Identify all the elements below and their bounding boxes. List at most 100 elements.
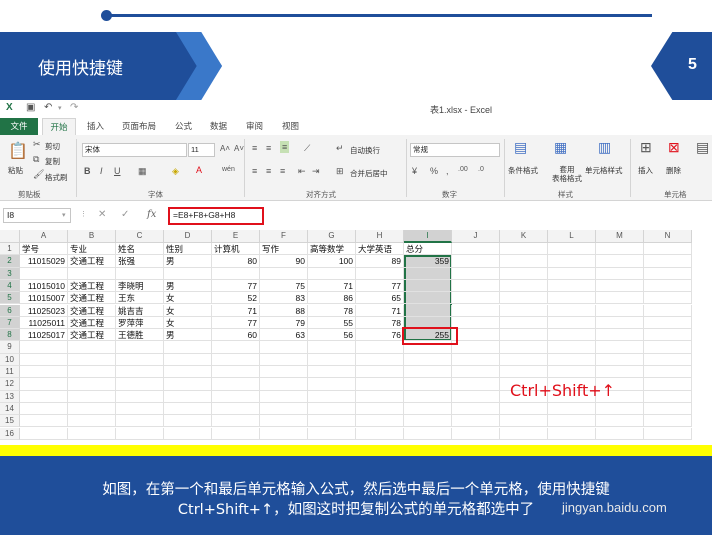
format-painter-icon[interactable]: 🖌 bbox=[33, 169, 44, 180]
table-cell[interactable] bbox=[356, 267, 404, 280]
table-cell[interactable] bbox=[500, 427, 548, 440]
column-header[interactable]: E bbox=[212, 230, 260, 243]
table-cell[interactable]: 专业 bbox=[68, 243, 116, 256]
table-cell[interactable] bbox=[356, 341, 404, 354]
table-cell[interactable] bbox=[68, 415, 116, 428]
table-cell[interactable] bbox=[68, 341, 116, 354]
table-cell[interactable] bbox=[260, 427, 308, 440]
table-cell[interactable] bbox=[644, 378, 692, 391]
column-header[interactable]: J bbox=[452, 230, 500, 243]
table-cell[interactable]: 男 bbox=[164, 279, 212, 293]
table-cell[interactable]: 交通工程 bbox=[68, 316, 116, 330]
table-cell[interactable] bbox=[308, 366, 356, 379]
merge-center-icon[interactable]: ⊞ bbox=[336, 166, 344, 177]
undo-dropdown-icon[interactable]: ▾ bbox=[58, 104, 62, 112]
table-cell[interactable] bbox=[116, 378, 164, 391]
table-cell[interactable]: 11025017 bbox=[20, 329, 68, 342]
table-cell[interactable] bbox=[116, 390, 164, 403]
table-cell[interactable] bbox=[644, 366, 692, 379]
enter-icon[interactable]: ✓ bbox=[121, 209, 129, 220]
row-header[interactable]: 13 bbox=[0, 390, 20, 403]
table-cell[interactable] bbox=[500, 402, 548, 416]
table-cell[interactable] bbox=[644, 316, 692, 330]
delete-cells-button[interactable]: 删除 bbox=[666, 165, 681, 176]
table-cell[interactable] bbox=[356, 366, 404, 379]
table-cell[interactable]: 总分 bbox=[404, 243, 452, 256]
align-bottom-icon[interactable]: ≡ bbox=[280, 141, 290, 153]
undo-icon[interactable]: ↶ bbox=[44, 102, 52, 113]
table-cell[interactable] bbox=[308, 378, 356, 391]
table-cell[interactable] bbox=[116, 353, 164, 366]
table-cell[interactable] bbox=[644, 353, 692, 366]
comma-style-icon[interactable]: , bbox=[446, 166, 449, 176]
font-name-select[interactable]: 宋体 bbox=[82, 143, 187, 157]
table-cell[interactable] bbox=[20, 390, 68, 403]
table-cell[interactable] bbox=[500, 304, 548, 317]
table-cell[interactable] bbox=[548, 292, 596, 305]
table-cell[interactable] bbox=[644, 390, 692, 403]
wrap-text-button[interactable]: 自动换行 bbox=[350, 145, 380, 156]
cancel-icon[interactable]: ✕ bbox=[98, 209, 106, 220]
table-cell[interactable] bbox=[404, 353, 452, 366]
table-cell[interactable]: 李晓明 bbox=[116, 279, 164, 293]
column-header[interactable]: I bbox=[404, 230, 452, 243]
format-as-table-icon[interactable]: ▦ bbox=[554, 139, 567, 156]
table-cell[interactable] bbox=[548, 329, 596, 342]
row-header[interactable]: 10 bbox=[0, 353, 20, 366]
tab-data[interactable]: 数据 bbox=[210, 120, 227, 132]
table-cell[interactable] bbox=[596, 329, 644, 342]
table-cell[interactable]: 交通工程 bbox=[68, 304, 116, 317]
table-cell[interactable]: 86 bbox=[308, 292, 356, 305]
format-as-table-button[interactable]: 套用 表格格式 bbox=[552, 165, 582, 183]
table-cell[interactable]: 王德胜 bbox=[116, 329, 164, 342]
table-cell[interactable] bbox=[20, 378, 68, 391]
table-cell[interactable] bbox=[164, 353, 212, 366]
table-cell[interactable] bbox=[212, 353, 260, 366]
table-cell[interactable]: 高等数学 bbox=[308, 243, 356, 256]
table-cell[interactable]: 89 bbox=[356, 255, 404, 268]
align-left-icon[interactable]: ≡ bbox=[252, 166, 257, 176]
table-cell[interactable] bbox=[164, 341, 212, 354]
table-cell[interactable] bbox=[596, 415, 644, 428]
table-cell[interactable] bbox=[260, 353, 308, 366]
table-cell[interactable] bbox=[308, 415, 356, 428]
table-cell[interactable]: 女 bbox=[164, 292, 212, 305]
increase-indent-icon[interactable]: ⇥ bbox=[312, 166, 320, 177]
table-cell[interactable]: 张强 bbox=[116, 255, 164, 268]
save-icon[interactable]: ▣ bbox=[26, 102, 35, 113]
table-cell[interactable] bbox=[644, 255, 692, 268]
table-cell[interactable] bbox=[500, 329, 548, 342]
table-cell[interactable]: 王东 bbox=[116, 292, 164, 305]
name-box[interactable]: I8 bbox=[3, 208, 71, 223]
table-cell[interactable]: 76 bbox=[356, 329, 404, 342]
table-cell[interactable] bbox=[452, 353, 500, 366]
wrap-text-icon[interactable]: ↵ bbox=[336, 143, 344, 154]
table-cell[interactable] bbox=[644, 279, 692, 293]
align-center-icon[interactable]: ≡ bbox=[266, 166, 271, 176]
grow-font-icon[interactable]: A˄ bbox=[220, 144, 230, 153]
table-cell[interactable]: 交通工程 bbox=[68, 279, 116, 293]
merge-center-button[interactable]: 合并后居中 bbox=[350, 168, 388, 179]
border-icon[interactable]: ▦ bbox=[138, 166, 147, 177]
row-header[interactable]: 16 bbox=[0, 427, 20, 440]
row-header[interactable]: 3 bbox=[0, 267, 20, 280]
table-cell[interactable] bbox=[212, 267, 260, 280]
table-cell[interactable]: 姚吉吉 bbox=[116, 304, 164, 317]
name-box-dropdown-icon[interactable]: ▾ bbox=[62, 211, 66, 219]
font-size-select[interactable]: 11 bbox=[188, 143, 215, 157]
table-cell[interactable] bbox=[164, 427, 212, 440]
column-header[interactable]: M bbox=[596, 230, 644, 243]
table-cell[interactable] bbox=[452, 415, 500, 428]
phonetic-icon[interactable]: wén bbox=[222, 166, 235, 173]
column-header[interactable]: H bbox=[356, 230, 404, 243]
table-cell[interactable]: 11025011 bbox=[20, 316, 68, 330]
table-cell[interactable] bbox=[404, 415, 452, 428]
table-cell[interactable]: 女 bbox=[164, 316, 212, 330]
table-cell[interactable] bbox=[212, 341, 260, 354]
decrease-decimal-icon[interactable]: .0 bbox=[478, 166, 484, 173]
insert-cells-button[interactable]: 插入 bbox=[638, 165, 653, 176]
table-cell[interactable]: 60 bbox=[212, 329, 260, 342]
table-cell[interactable] bbox=[404, 304, 452, 317]
tab-page-layout[interactable]: 页面布局 bbox=[122, 120, 156, 132]
row-header[interactable]: 1 bbox=[0, 243, 20, 256]
